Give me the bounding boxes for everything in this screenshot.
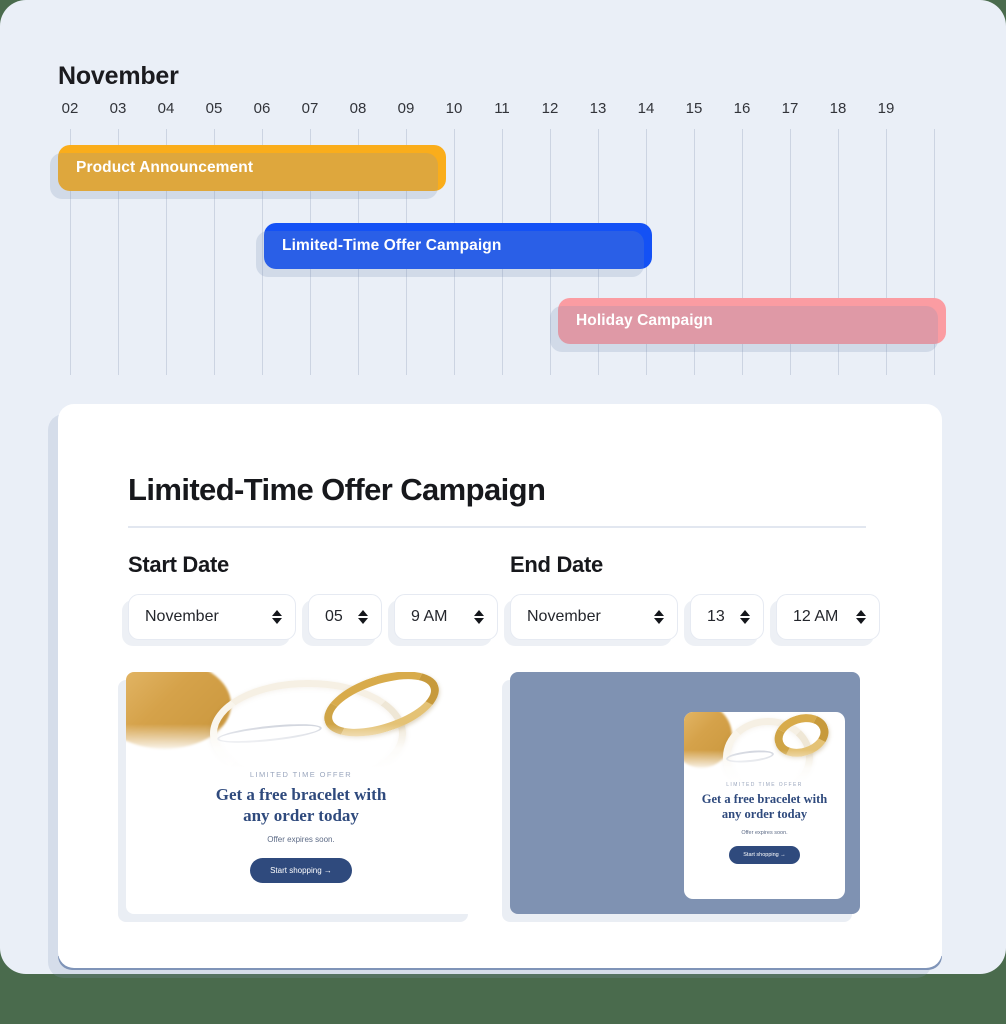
email-eyebrow: LIMITED TIME OFFER [726,782,803,788]
day-tick-06: 06 [253,100,271,117]
start-shopping-button[interactable]: Start shopping → [250,858,352,884]
day-tick-12: 12 [541,100,559,117]
chevron-updown-icon[interactable] [474,607,484,627]
month-title: November [58,62,179,90]
email-body: LIMITED TIME OFFER Get a free bracelet w… [684,782,845,874]
end-month-select[interactable]: November [510,594,678,640]
end-date-label: End Date [510,552,603,577]
start-time-select[interactable]: 9 AM [394,594,498,640]
day-tick-13: 13 [589,100,607,117]
gantt-bar-label: Limited-Time Offer Campaign [282,237,502,254]
end-day-value: 13 [707,608,725,625]
start-month-select[interactable]: November [128,594,296,640]
end-date-controls: November 13 12 AM [510,594,880,640]
start-date-label: Start Date [128,552,229,577]
day-tick-15: 15 [685,100,703,117]
day-tick-04: 04 [157,100,175,117]
start-day-select[interactable]: 05 [308,594,382,640]
email-headline-line2: any order today [721,807,808,822]
end-time-value: 12 AM [793,608,839,625]
start-shopping-button[interactable]: Start shopping → [729,845,800,864]
chevron-updown-icon[interactable] [740,607,750,627]
chevron-updown-icon[interactable] [856,607,866,627]
chevron-updown-icon[interactable] [654,607,664,627]
email-eyebrow: LIMITED TIME OFFER [249,770,353,779]
page-title: Limited-Time Offer Campaign [128,472,546,507]
email-body: LIMITED TIME OFFER Get a free bracelet w… [126,768,476,900]
day-tick-10: 10 [445,100,463,117]
day-tick-03: 03 [109,100,127,117]
chevron-updown-icon[interactable] [272,607,282,627]
email-headline-line1: Get a free bracelet with [215,785,387,804]
day-tick-17: 17 [781,100,799,117]
app-root: November 02 03 04 05 06 07 08 09 10 11 12 13 14 15 16 1… [0,0,1006,1024]
gantt-bar-holiday-campaign[interactable]: Holiday Campaign [550,298,946,352]
day-tick-14: 14 [637,100,655,117]
day-tick-19: 19 [877,100,895,117]
day-tick-18: 18 [829,100,847,117]
gantt-bar-limited-time-offer-campaign[interactable]: Limited-Time Offer Campaign [256,223,652,277]
start-day-value: 05 [325,608,343,625]
start-time-value: 9 AM [411,608,448,625]
email-headline-line2: any order today [243,805,359,825]
email-preview-desktop[interactable]: LIMITED TIME OFFER Get a free bracelet w… [126,672,476,914]
day-tick-07: 07 [301,100,319,117]
day-tick-02: 02 [61,100,79,117]
start-month-value: November [145,608,219,625]
day-tick-05: 05 [205,100,223,117]
day-tick-08: 08 [349,100,367,117]
gantt-bar-product-announcement[interactable]: Product Announcement [50,145,446,199]
end-time-select[interactable]: 12 AM [776,594,880,640]
campaign-detail-card: Limited-Time Offer Campaign Start Date N… [58,404,942,968]
email-headline: Get a free bracelet with any order today [144,785,458,826]
date-ruler: 02 03 04 05 06 07 08 09 10 11 12 13 14 15 16 17 18 19 [0,100,1006,126]
gantt-bar-label: Product Announcement [76,159,254,176]
day-tick-11: 11 [494,100,510,117]
email-subcopy: Offer expires soon. [741,829,788,836]
mobile-email-frame: LIMITED TIME OFFER Get a free bracelet w… [684,712,845,899]
end-month-value: November [527,608,601,625]
divider [128,526,866,528]
bracelet-hero-image [684,712,845,782]
day-tick-09: 09 [397,100,415,117]
gantt-bar-label: Holiday Campaign [576,312,713,329]
email-headline: Get a free bracelet with any order today [694,792,835,823]
email-preview-mobile[interactable]: LIMITED TIME OFFER Get a free bracelet w… [510,672,860,914]
email-headline-line1: Get a free bracelet with [701,792,828,806]
gantt-timeline: November 02 03 04 05 06 07 08 09 10 11 12 13 14 15 16 1… [0,0,1006,404]
day-tick-16: 16 [733,100,751,117]
email-subcopy: Offer expires soon. [267,835,335,845]
bracelet-hero-image [126,672,476,768]
end-day-select[interactable]: 13 [690,594,764,640]
start-date-controls: November 05 9 AM [128,594,498,640]
chevron-updown-icon[interactable] [358,607,368,627]
